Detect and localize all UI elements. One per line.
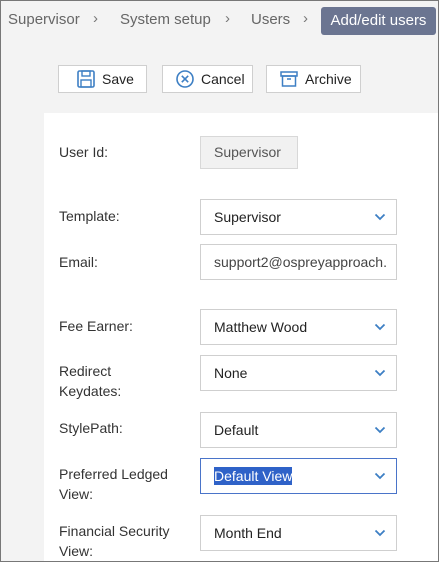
- breadcrumb-item-supervisor[interactable]: Supervisor: [8, 11, 80, 28]
- chevron-down-icon: [374, 368, 386, 378]
- chevron-down-icon: [374, 471, 386, 481]
- redirect-keydates-label-line2: Keydates:: [59, 383, 122, 399]
- fee-earner-value: Matthew Wood: [214, 319, 308, 335]
- financial-security-view-label-line1: Financial Security: [59, 523, 170, 539]
- chevron-down-icon: [374, 212, 386, 222]
- chevron-down-icon: [374, 322, 386, 332]
- style-path-select[interactable]: Default: [200, 412, 397, 448]
- save-label: Save: [102, 71, 134, 87]
- cancel-label: Cancel: [201, 71, 245, 87]
- breadcrumb-separator: ›: [225, 10, 230, 27]
- save-button[interactable]: Save: [58, 65, 147, 93]
- template-select[interactable]: Supervisor: [200, 199, 397, 235]
- fee-earner-select[interactable]: Matthew Wood: [200, 309, 397, 345]
- preferred-ledged-view-label-line2: View:: [59, 486, 93, 502]
- breadcrumb-current: Add/edit users: [321, 7, 436, 35]
- financial-security-view-select[interactable]: Month End: [200, 515, 397, 551]
- fee-earner-label: Fee Earner:: [59, 318, 133, 334]
- cancel-button[interactable]: Cancel: [162, 65, 253, 93]
- email-field[interactable]: support2@ospreyapproach.: [200, 244, 397, 280]
- breadcrumb-item-users[interactable]: Users: [251, 11, 290, 28]
- redirect-keydates-value: None: [214, 365, 248, 381]
- cancel-icon: [175, 69, 195, 89]
- preferred-ledged-view-label-line1: Preferred Ledged: [59, 466, 168, 482]
- style-path-value: Default: [214, 422, 259, 438]
- archive-button[interactable]: Archive: [266, 65, 361, 93]
- preferred-ledged-view-select[interactable]: Default View: [200, 458, 397, 494]
- archive-icon: [279, 69, 299, 89]
- archive-label: Archive: [305, 71, 352, 87]
- redirect-keydates-label-line1: Redirect: [59, 363, 112, 379]
- user-id-label: User Id:: [59, 144, 109, 160]
- email-label: Email:: [59, 254, 98, 270]
- financial-security-view-label-line2: View:: [59, 543, 93, 559]
- breadcrumb: Supervisor › System setup › Users › Add/…: [1, 1, 438, 41]
- financial-security-view-value: Month End: [214, 525, 282, 541]
- save-icon: [76, 69, 96, 89]
- template-value: Supervisor: [214, 209, 281, 225]
- template-label: Template:: [59, 208, 120, 224]
- chevron-down-icon: [374, 425, 386, 435]
- preferred-ledged-view-value: Default View: [214, 467, 293, 485]
- app-frame: Supervisor › System setup › Users › Add/…: [0, 0, 439, 562]
- breadcrumb-separator: ›: [93, 10, 98, 27]
- redirect-keydates-select[interactable]: None: [200, 355, 397, 391]
- breadcrumb-item-system-setup[interactable]: System setup: [120, 11, 211, 28]
- style-path-label: StylePath:: [59, 420, 123, 436]
- chevron-down-icon: [374, 528, 386, 538]
- breadcrumb-separator: ›: [303, 10, 308, 27]
- left-gutter: [1, 41, 44, 561]
- user-id-field: Supervisor: [200, 136, 298, 169]
